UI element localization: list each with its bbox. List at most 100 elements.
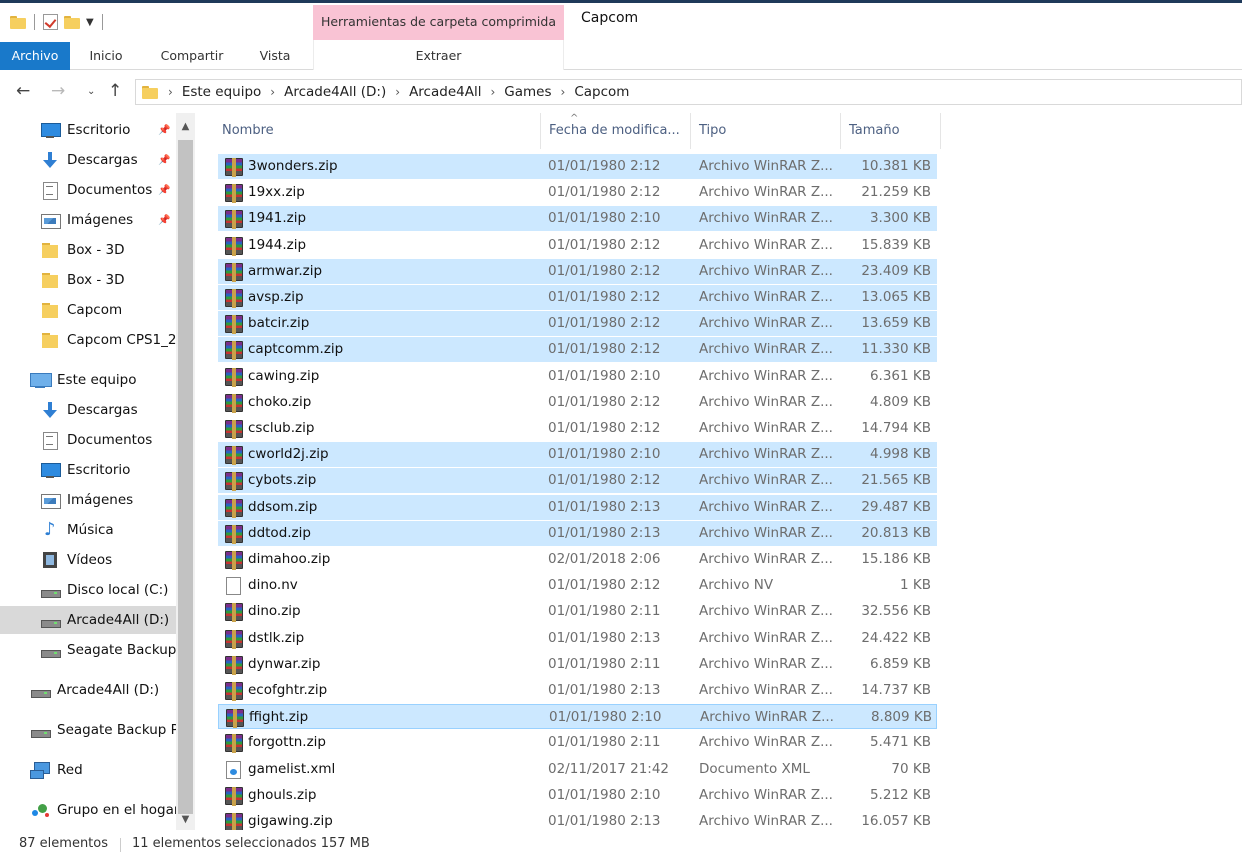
winrar-zip-icon bbox=[225, 367, 243, 387]
sidebar-item[interactable]: Escritorio bbox=[0, 456, 176, 484]
file-size: 3.300 KB bbox=[869, 210, 931, 227]
breadcrumb-este-equipo[interactable]: Este equipo bbox=[182, 84, 261, 100]
sidebar-item[interactable]: Música bbox=[0, 516, 176, 544]
sidebar-item[interactable]: Grupo en el hogar bbox=[0, 796, 176, 824]
sidebar-item[interactable]: Escritorio 📌 bbox=[0, 116, 176, 144]
file-size: 8.809 KB bbox=[870, 709, 932, 726]
column-header-name[interactable]: Nombre bbox=[214, 113, 541, 149]
properties-icon[interactable] bbox=[43, 14, 58, 30]
sidebar-item[interactable]: Imágenes bbox=[0, 486, 176, 514]
tab-compartir[interactable]: Compartir bbox=[150, 42, 234, 70]
file-row[interactable]: dynwar.zip 01/01/1980 2:11 Archivo WinRAR … bbox=[218, 652, 937, 677]
file-date: 01/01/1980 2:12 bbox=[548, 236, 661, 253]
breadcrumb-chevron-icon[interactable]: › bbox=[395, 85, 400, 99]
file-row[interactable]: ddtod.zip 01/01/1980 2:13 Archivo WinRAR Z… bbox=[218, 520, 937, 546]
new-folder-icon[interactable] bbox=[64, 15, 80, 29]
sidebar-item[interactable]: Box - 3D bbox=[0, 266, 176, 294]
sidebar-item[interactable]: Vídeos bbox=[0, 546, 176, 574]
sidebar-item[interactable]: Capcom CPS1_2 bbox=[0, 326, 176, 354]
winrar-zip-icon bbox=[225, 813, 243, 830]
sidebar-item-label: Capcom bbox=[67, 302, 123, 318]
breadcrumb-chevron-icon[interactable]: › bbox=[270, 85, 275, 99]
item-count: 87 elementos bbox=[19, 836, 109, 851]
file-row[interactable]: cawing.zip 01/01/1980 2:10 Archivo WinRAR … bbox=[218, 364, 937, 389]
folder-icon[interactable] bbox=[10, 15, 26, 29]
sidebar-item[interactable]: Seagate Backup bbox=[0, 636, 176, 664]
file-row[interactable]: gamelist.xml 02/11/2017 21:42 Documento XM… bbox=[218, 757, 937, 782]
forward-arrow-icon[interactable]: → bbox=[51, 81, 65, 101]
file-row[interactable]: 1941.zip 01/01/1980 2:10 Archivo WinRAR Z.… bbox=[218, 206, 937, 232]
pin-icon: 📌 bbox=[158, 214, 171, 226]
scroll-up-icon[interactable]: ▲ bbox=[176, 117, 195, 137]
sidebar-item[interactable]: Este equipo bbox=[0, 366, 176, 394]
file-row[interactable]: 3wonders.zip 01/01/1980 2:12 Archivo WinRA… bbox=[218, 154, 937, 179]
column-header-size[interactable]: Tamaño bbox=[841, 113, 941, 149]
file-size: 29.487 KB bbox=[861, 498, 931, 515]
sidebar-item[interactable]: Red bbox=[0, 756, 176, 784]
sidebar-scroll-thumb[interactable] bbox=[178, 140, 193, 814]
file-name: gigawing.zip bbox=[248, 813, 333, 829]
recent-locations-chevron-icon[interactable]: ⌄ bbox=[87, 86, 95, 97]
breadcrumb-chevron-icon[interactable]: › bbox=[490, 85, 495, 99]
breadcrumb-chevron-icon[interactable]: › bbox=[168, 85, 173, 99]
breadcrumb-arcade4all-drive[interactable]: Arcade4All (D:) bbox=[284, 84, 386, 100]
file-row[interactable]: captcomm.zip 01/01/1980 2:12 Archivo WinRA… bbox=[218, 337, 937, 363]
winrar-zip-icon bbox=[225, 472, 243, 492]
sidebar-item-label: Capcom CPS1_2 bbox=[67, 332, 176, 348]
column-header-type[interactable]: Tipo bbox=[691, 113, 841, 149]
tab-archivo[interactable]: Archivo bbox=[0, 42, 70, 70]
file-row[interactable]: forgottn.zip 01/01/1980 2:11 Archivo WinRA… bbox=[218, 730, 937, 755]
file-row[interactable]: ecofghtr.zip 01/01/1980 2:13 Archivo WinRA… bbox=[218, 678, 937, 703]
file-type: Archivo WinRAR Z... bbox=[699, 813, 833, 829]
sidebar-item[interactable]: Box - 3D bbox=[0, 236, 176, 264]
file-row[interactable]: armwar.zip 01/01/1980 2:12 Archivo WinRAR … bbox=[218, 258, 937, 284]
breadcrumb-capcom[interactable]: Capcom bbox=[574, 84, 629, 100]
qat-separator bbox=[34, 14, 35, 30]
file-row[interactable]: dino.zip 01/01/1980 2:11 Archivo WinRAR Z.… bbox=[218, 599, 937, 624]
file-row[interactable]: batcir.zip 01/01/1980 2:12 Archivo WinRAR … bbox=[218, 311, 937, 337]
sidebar-item-label: Box - 3D bbox=[67, 272, 125, 288]
sidebar-item[interactable]: Arcade4All (D:) bbox=[0, 676, 176, 704]
sidebar-item[interactable]: Descargas 📌 bbox=[0, 146, 176, 174]
file-row[interactable]: dino.nv 01/01/1980 2:12 Archivo NV 1 KB bbox=[218, 573, 937, 598]
file-type: Archivo WinRAR Z... bbox=[699, 289, 833, 305]
breadcrumb-chevron-icon[interactable]: › bbox=[561, 85, 566, 99]
sidebar-item[interactable]: Capcom bbox=[0, 296, 176, 324]
tab-extraer[interactable]: Extraer bbox=[314, 42, 563, 70]
file-name: ghouls.zip bbox=[248, 786, 317, 803]
column-header-date[interactable]: Fecha de modifica... bbox=[541, 113, 691, 149]
sidebar-item[interactable]: Seagate Backup P bbox=[0, 716, 176, 744]
quick-access-toolbar: ▼ bbox=[10, 11, 105, 33]
file-row[interactable]: 19xx.zip 01/01/1980 2:12 Archivo WinRAR Z.… bbox=[218, 180, 937, 205]
sidebar-item[interactable]: Documentos bbox=[0, 426, 176, 454]
file-row[interactable]: avsp.zip 01/01/1980 2:12 Archivo WinRAR Z.… bbox=[218, 285, 937, 310]
tab-vista[interactable]: Vista bbox=[246, 42, 304, 70]
sidebar-item[interactable]: Documentos 📌 bbox=[0, 176, 176, 204]
tab-inicio[interactable]: Inicio bbox=[76, 42, 136, 70]
address-bar[interactable]: › Este equipo › Arcade4All (D:) › Arcade… bbox=[135, 79, 1242, 105]
file-row[interactable]: cybots.zip 01/01/1980 2:12 Archivo WinRAR … bbox=[218, 468, 937, 494]
file-row[interactable]: ffight.zip 01/01/1980 2:10 Archivo WinRAR … bbox=[218, 704, 937, 730]
file-row[interactable]: cworld2j.zip 01/01/1980 2:10 Archivo WinRA… bbox=[218, 442, 937, 468]
file-row[interactable]: 1944.zip 01/01/1980 2:12 Archivo WinRAR Z.… bbox=[218, 233, 937, 258]
file-row[interactable]: gigawing.zip 01/01/1980 2:13 Archivo WinRA… bbox=[218, 809, 937, 830]
file-row[interactable]: ghouls.zip 01/01/1980 2:10 Archivo WinRAR … bbox=[218, 783, 937, 808]
back-arrow-icon[interactable]: ← bbox=[16, 81, 30, 101]
sidebar-item[interactable]: Disco local (C:) bbox=[0, 576, 176, 604]
sidebar-item[interactable]: Imágenes 📌 bbox=[0, 206, 176, 234]
sidebar-item[interactable]: Arcade4All (D:) bbox=[0, 606, 176, 634]
file-name: choko.zip bbox=[248, 393, 312, 410]
scroll-down-icon[interactable]: ▼ bbox=[176, 810, 195, 830]
file-row[interactable]: ddsom.zip 01/01/1980 2:13 Archivo WinRAR Z… bbox=[218, 494, 937, 520]
file-date: 01/01/1980 2:13 bbox=[548, 682, 661, 698]
sidebar-item[interactable]: Descargas bbox=[0, 396, 176, 424]
file-row[interactable]: csclub.zip 01/01/1980 2:12 Archivo WinRAR … bbox=[218, 416, 937, 441]
file-row[interactable]: dimahoo.zip 02/01/2018 2:06 Archivo WinRAR… bbox=[218, 547, 937, 572]
qat-dropdown-icon[interactable]: ▼ bbox=[86, 17, 94, 28]
up-arrow-icon[interactable]: ↑ bbox=[108, 81, 122, 101]
file-row[interactable]: dstlk.zip 01/01/1980 2:13 Archivo WinRAR Z… bbox=[218, 626, 937, 651]
breadcrumb-arcade4all[interactable]: Arcade4All bbox=[409, 84, 481, 100]
breadcrumb-games[interactable]: Games bbox=[504, 84, 551, 100]
file-row[interactable]: choko.zip 01/01/1980 2:12 Archivo WinRAR Z… bbox=[218, 390, 937, 415]
sidebar-item-label: Descargas bbox=[67, 402, 138, 418]
